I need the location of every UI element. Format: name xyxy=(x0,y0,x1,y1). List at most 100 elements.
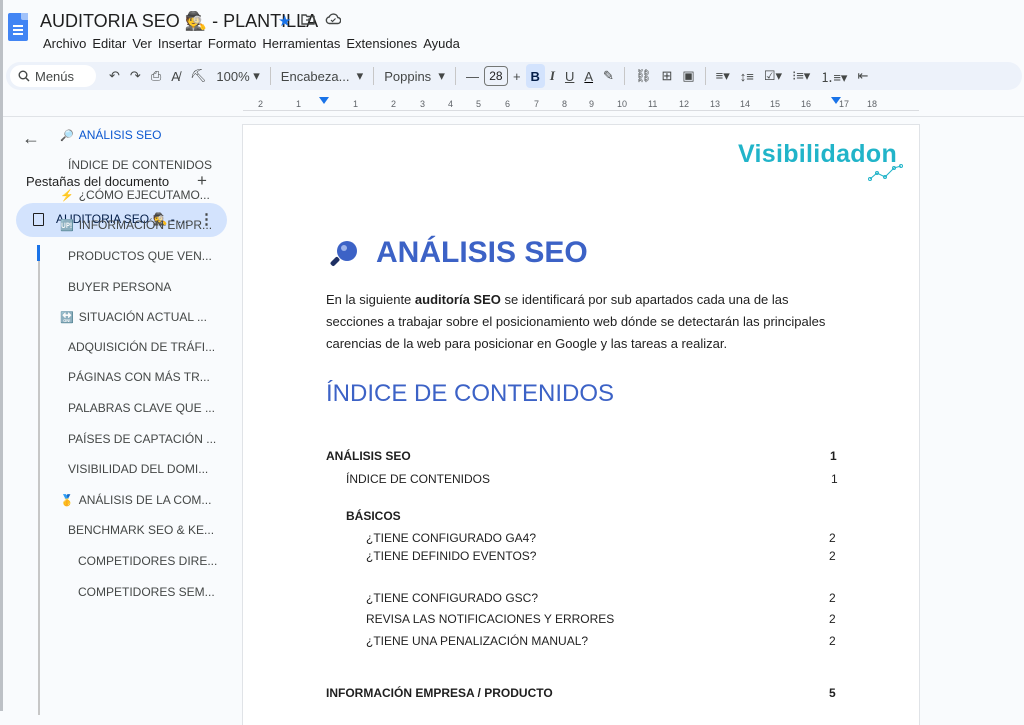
logo-chart-icon xyxy=(868,164,903,181)
toolbar-divider xyxy=(269,67,271,85)
outline-item-label: PRODUCTOS QUE VEN... xyxy=(68,249,212,263)
toc-entry[interactable]: INFORMACIÓN EMPRESA / PRODUCTO xyxy=(326,686,553,700)
menus-search-button[interactable]: Menús xyxy=(10,65,96,87)
menus-search-label: Menús xyxy=(35,68,75,84)
back-arrow-icon[interactable]: ← xyxy=(22,128,40,149)
menu-formato[interactable]: Formato xyxy=(205,36,259,51)
outline-item-label: VISIBILIDAD DEL DOMI... xyxy=(68,462,209,476)
menu-editar[interactable]: Editar xyxy=(89,36,129,51)
ruler-tick: 4 xyxy=(448,99,454,109)
menu-insertar[interactable]: Insertar xyxy=(155,36,205,51)
italic-button[interactable]: I xyxy=(545,64,560,88)
zoom-value: 100% xyxy=(216,68,250,84)
ruler-tick: 15 xyxy=(770,99,781,109)
window-edge xyxy=(0,0,3,711)
bold-button[interactable]: B xyxy=(525,64,545,88)
outline-item[interactable]: 🔛 SITUACIÓN ACTUAL ... xyxy=(60,307,207,327)
outline-item[interactable]: BUYER PERSONA xyxy=(68,277,171,297)
docs-logo-icon[interactable] xyxy=(8,13,28,41)
text-color-button[interactable]: A xyxy=(579,64,598,88)
toc-entry[interactable]: ¿TIENE CONFIGURADO GA4? xyxy=(366,531,536,545)
font-value: Poppins xyxy=(384,68,432,84)
outline-item[interactable]: PRODUCTOS QUE VEN... xyxy=(68,246,212,266)
magnifier-icon xyxy=(330,241,357,266)
outline-item[interactable]: COMPETIDORES SEM... xyxy=(78,582,215,602)
toc-entry[interactable]: REVISA LAS NOTIFICACIONES Y ERRORES xyxy=(366,612,614,626)
style-value: Encabeza... xyxy=(280,68,350,84)
toc-page-number: 5 xyxy=(829,686,836,700)
document-title[interactable]: AUDITORIA SEO 🕵️ - PLANTILLA xyxy=(40,11,318,32)
outline-item[interactable]: ⚡ ¿CÓMO EJECUTAMO... xyxy=(60,185,210,205)
outline-item[interactable]: 🔎 ANÁLISIS SEO xyxy=(60,125,161,145)
ruler-tick: 9 xyxy=(589,99,595,109)
outline-item[interactable]: VISIBILIDAD DEL DOMI... xyxy=(68,459,208,479)
toc-page-number: 2 xyxy=(829,612,836,626)
toc-entry[interactable]: ANÁLISIS SEO xyxy=(326,449,411,463)
outline-item-label: PÁGINAS CON MÁS TR... xyxy=(68,370,210,384)
toc-entry[interactable]: ÍNDICE DE CONTENIDOS xyxy=(346,472,490,486)
zoom-select[interactable]: 100% ▾ xyxy=(211,64,264,88)
line-spacing-icon[interactable]: ↕≡ xyxy=(735,64,759,88)
outline-item[interactable]: BENCHMARK SEO & KE... xyxy=(68,520,214,540)
toolbar-divider xyxy=(373,67,375,85)
page-heading: ANÁLISIS SEO xyxy=(376,236,588,269)
style-select[interactable]: Encabeza... ▾ xyxy=(276,64,368,88)
outline-item-icon: 🥇 xyxy=(60,494,74,507)
intro-bold-keyword: auditoría SEO xyxy=(414,292,501,307)
menu-bar: Archivo Editar Ver Insertar Formato Herr… xyxy=(40,36,463,51)
toc-entry[interactable]: ¿TIENE UNA PENALIZACIÓN MANUAL? xyxy=(366,634,588,648)
outline-item[interactable]: PALABRAS CLAVE QUE ... xyxy=(68,398,215,418)
outline-item[interactable]: ADQUISICIÓN DE TRÁFI... xyxy=(68,337,215,357)
outline-item-label: PALABRAS CLAVE QUE ... xyxy=(68,401,215,415)
ruler-tick: 2 xyxy=(391,99,397,109)
undo-icon[interactable]: ↶ xyxy=(104,64,125,88)
link-icon[interactable]: ⛓ xyxy=(630,64,657,88)
checklist-icon[interactable]: ☑▾ xyxy=(759,64,787,88)
highlight-icon[interactable]: ✎ xyxy=(598,64,619,88)
menu-herramientas[interactable]: Herramientas xyxy=(259,36,343,51)
star-icon[interactable]: ★ xyxy=(278,12,291,30)
outline-item[interactable]: PAÍSES DE CAPTACIÓN ... xyxy=(68,429,216,449)
menu-ayuda[interactable]: Ayuda xyxy=(420,36,463,51)
font-select[interactable]: Poppins ▾ xyxy=(379,64,450,88)
toc-entry[interactable]: BÁSICOS xyxy=(346,509,401,523)
ruler-tick: 7 xyxy=(534,99,540,109)
outline-item[interactable]: COMPETIDORES DIRE... xyxy=(78,551,217,571)
outline-item[interactable]: 🆙 INFORMACIÓN EMPR... xyxy=(60,215,212,235)
image-icon[interactable]: ▣ xyxy=(677,64,699,88)
document-icon xyxy=(33,213,44,226)
menu-extensiones[interactable]: Extensiones xyxy=(343,36,420,51)
numbered-list-icon[interactable]: ⒈≡▾ xyxy=(815,64,852,88)
menu-archivo[interactable]: Archivo xyxy=(40,36,89,51)
menu-ver[interactable]: Ver xyxy=(129,36,155,51)
paint-format-icon[interactable]: ⛏ xyxy=(185,64,212,88)
indent-marker[interactable] xyxy=(319,97,329,104)
redo-icon[interactable]: ↷ xyxy=(125,64,146,88)
search-icon xyxy=(18,70,30,82)
toolbar: Menús ↶ ↷ ⎙ A̸ ⛏ 100% ▾ Encabeza... ▾ Po… xyxy=(6,62,1022,90)
font-size-input[interactable]: 28 xyxy=(483,66,508,86)
toc-page-number: 2 xyxy=(829,549,836,563)
toc-page-number: 2 xyxy=(829,591,836,605)
toolbar-divider xyxy=(623,67,625,85)
outline-item[interactable]: 🥇 ANÁLISIS DE LA COM... xyxy=(60,490,211,510)
bulleted-list-icon[interactable]: ⁝≡▾ xyxy=(787,64,815,88)
toc-entry[interactable]: ¿TIENE DEFINIDO EVENTOS? xyxy=(366,549,536,563)
underline-button[interactable]: U xyxy=(560,64,579,88)
comment-icon[interactable]: ⊞ xyxy=(656,64,677,88)
spellcheck-icon[interactable]: A̸ xyxy=(166,64,185,88)
toc-entry[interactable]: ¿TIENE CONFIGURADO GSC? xyxy=(366,591,538,605)
align-icon[interactable]: ≡▾ xyxy=(711,64,735,88)
outline-item[interactable]: ÍNDICE DE CONTENIDOS xyxy=(68,155,212,175)
intro-text-start: En la siguiente xyxy=(326,292,415,307)
move-folder-icon[interactable] xyxy=(301,12,316,30)
horizontal-ruler[interactable]: 2 1 1 2 3 4 5 6 7 8 9 10 11 12 13 14 15 … xyxy=(243,96,919,114)
increase-font-size-button[interactable]: + xyxy=(508,64,526,88)
outline-item[interactable]: PÁGINAS CON MÁS TR... xyxy=(68,367,210,387)
decrease-font-size-button[interactable]: — xyxy=(461,64,484,88)
indent-icon[interactable]: ⇤ xyxy=(852,64,873,88)
toolbar-divider xyxy=(454,67,456,85)
print-icon[interactable]: ⎙ xyxy=(146,64,166,88)
cloud-saved-icon[interactable] xyxy=(325,12,342,30)
ruler-tick: 1 xyxy=(353,99,359,109)
